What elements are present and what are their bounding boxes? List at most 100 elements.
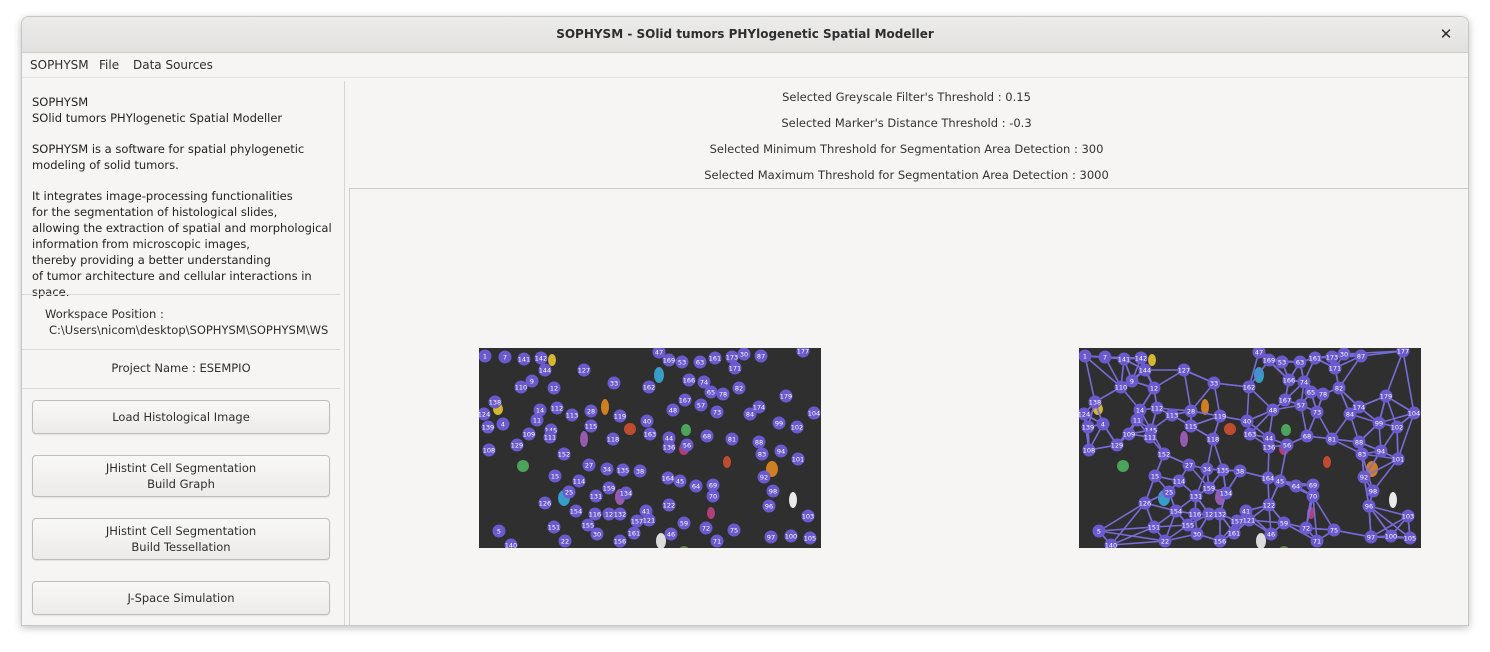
cell-node: 112: [550, 401, 564, 415]
cell-node: 141: [517, 352, 531, 366]
cell-node: 100: [1384, 529, 1398, 543]
cell-node-label: 98: [1369, 487, 1377, 495]
cell-blob: [723, 456, 731, 468]
cell-node: 96: [762, 499, 776, 513]
cell-node-label: 88: [755, 438, 763, 446]
cell-graph-svg: 1 7 141 142144 12747169 53 63 161 173 30 871771109…: [1079, 348, 1421, 548]
menu-sophysm[interactable]: SOPHYSM: [30, 58, 89, 72]
cell-node-label: 124: [479, 410, 490, 418]
cell-node-label: 38: [636, 467, 644, 475]
cell-node-label: 15: [551, 472, 559, 480]
cell-node: 111: [543, 430, 557, 444]
cell-node-label: 144: [1139, 366, 1151, 374]
cell-node-label: 65: [1307, 388, 1315, 396]
load-histological-image-button[interactable]: Load Histological Image: [32, 400, 330, 434]
cell-blob: [580, 431, 588, 447]
cell-node: 162: [642, 380, 656, 394]
cell-node: 12: [1147, 381, 1161, 395]
cell-node-label: 173: [1326, 353, 1338, 361]
cell-node-label: 30: [1193, 530, 1201, 538]
app-window: SOPHYSM - SOlid tumors PHYlogenetic Spat…: [21, 16, 1469, 626]
cell-node: 105: [1403, 531, 1417, 545]
cell-node: 103: [801, 509, 815, 523]
max-area-threshold-label: Selected Maximum Threshold for Segmentat…: [704, 168, 1109, 182]
cell-node-label: 159: [1203, 484, 1215, 492]
cell-node-label: 92: [760, 473, 768, 481]
cell-node: 171: [728, 361, 742, 375]
cell-node: 5: [1092, 524, 1106, 538]
cell-node-label: 118: [607, 435, 619, 443]
cell-node-label: 113: [566, 411, 578, 419]
cell-node: 129: [1110, 438, 1124, 452]
cell-node: 15: [1148, 469, 1162, 483]
cell-node: 45: [673, 474, 687, 488]
cell-node-label: 113: [1166, 411, 1178, 419]
cell-node-label: 71: [713, 537, 721, 545]
cell-node: 112: [1150, 401, 1164, 415]
build-tessellation-button[interactable]: JHistint Cell Segmentation Build Tessell…: [32, 518, 330, 560]
cell-node-label: 12: [550, 384, 558, 392]
cell-node: 151: [1147, 520, 1161, 534]
cell-node: 114: [572, 474, 586, 488]
cell-blob: [707, 507, 715, 519]
cell-node-label: 154: [1170, 507, 1182, 515]
greyscale-threshold-label: Selected Greyscale Filter's Threshold : …: [782, 90, 1031, 104]
cell-node-label: 57: [1297, 401, 1305, 409]
cell-node-label: 157: [631, 517, 643, 525]
cell-node: 102: [1390, 420, 1404, 434]
cell-node-label: 155: [1182, 521, 1194, 529]
cell-node: 75: [1327, 523, 1341, 537]
cell-node-label: 40: [1243, 417, 1251, 425]
cell-node: 127: [1177, 363, 1191, 377]
cell-node-label: 104: [808, 409, 820, 417]
cell-node-label: 22: [561, 537, 569, 545]
cell-node: 70: [1306, 489, 1320, 503]
cell-node-label: 28: [587, 407, 595, 415]
cell-node: 81: [725, 432, 739, 446]
cell-node-label: 70: [1309, 492, 1317, 500]
cell-node: 162: [1242, 380, 1256, 394]
jspace-simulation-button[interactable]: J-Space Simulation: [32, 581, 330, 615]
menu-file[interactable]: File: [99, 58, 119, 72]
build-graph-button[interactable]: JHistint Cell Segmentation Build Graph: [32, 455, 330, 497]
menu-data-sources[interactable]: Data Sources: [133, 58, 213, 72]
cell-node: 46: [664, 527, 678, 541]
cell-node-label: 70: [709, 492, 717, 500]
divider: [22, 388, 340, 389]
cell-node: 83: [755, 447, 769, 461]
cell-node-label: 73: [713, 408, 721, 416]
cell-node: 161: [708, 351, 722, 365]
cell-node-label: 164: [1262, 474, 1274, 482]
cell-node: 135: [616, 463, 630, 477]
cell-node-label: 119: [1214, 412, 1226, 420]
cell-node-label: 12: [1205, 510, 1213, 518]
cell-node-label: 164: [662, 474, 674, 482]
cell-node-label: 166: [683, 376, 695, 384]
cell-node-label: 156: [614, 537, 626, 545]
cell-node: 161: [627, 526, 641, 540]
cell-node: 27: [1182, 458, 1196, 472]
close-icon[interactable]: ✕: [1436, 24, 1456, 44]
cell-node-label: 152: [1158, 450, 1170, 458]
cell-node: 173: [725, 350, 739, 364]
cell-node: 161: [1227, 526, 1241, 540]
cell-node: 63: [1293, 355, 1307, 369]
cell-node-label: 105: [804, 534, 816, 542]
cell-node: 129: [510, 438, 524, 452]
cell-node: 30: [1190, 527, 1204, 541]
cell-node-label: 71: [1313, 537, 1321, 545]
cell-node-label: 105: [1404, 534, 1416, 542]
cell-node: 109: [522, 427, 536, 441]
cell-node-label: 12: [605, 510, 613, 518]
cell-node-label: 163: [644, 430, 656, 438]
cell-node: 38: [633, 464, 647, 478]
about-paragraph: SOPHYSM is a software for spatial phylog…: [32, 141, 344, 173]
cell-node: 110: [514, 380, 528, 394]
cell-node-label: 127: [578, 366, 590, 374]
cell-node-label: 115: [585, 422, 597, 430]
cell-node: 174: [752, 400, 766, 414]
cell-node: 40: [640, 414, 654, 428]
cell-node-label: 138: [1089, 398, 1101, 406]
cell-node: 179: [779, 389, 793, 403]
cell-node-label: 30: [1340, 350, 1348, 358]
